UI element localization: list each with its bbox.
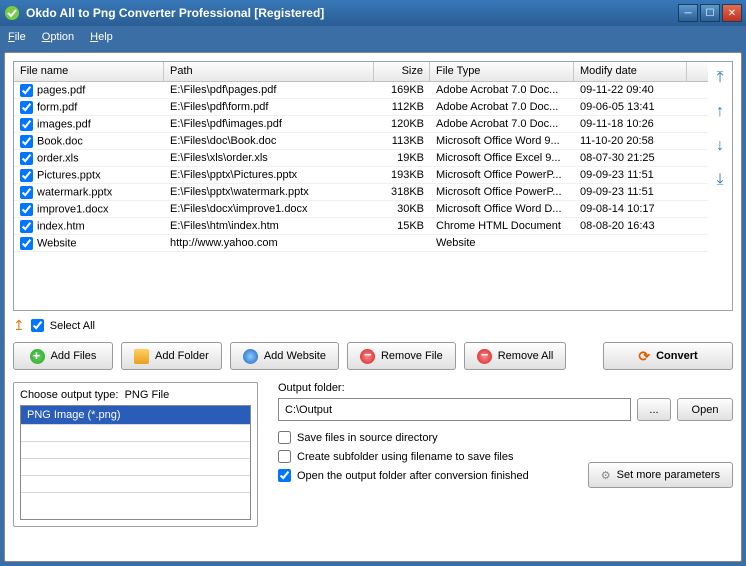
menu-file[interactable]: File: [8, 31, 26, 43]
convert-button[interactable]: ⟳Convert: [603, 342, 733, 370]
maximize-button[interactable]: ☐: [700, 4, 720, 22]
minus-icon: [477, 349, 492, 364]
col-date[interactable]: Modify date: [574, 62, 687, 81]
window-title: Okdo All to Png Converter Professional […: [26, 6, 678, 20]
move-down-icon[interactable]: ↓: [711, 138, 729, 156]
output-type-current: PNG File: [125, 389, 170, 401]
move-top-icon[interactable]: ⤒: [711, 70, 729, 88]
table-row[interactable]: index.htmE:\Files\htm\index.htm15KBChrom…: [14, 218, 708, 235]
col-filename[interactable]: File name: [14, 62, 164, 81]
add-folder-button[interactable]: Add Folder: [121, 342, 222, 370]
row-checkbox[interactable]: [20, 152, 33, 165]
output-type-list[interactable]: PNG Image (*.png): [20, 405, 251, 520]
output-folder-label: Output folder:: [278, 382, 733, 394]
titlebar: Okdo All to Png Converter Professional […: [0, 0, 746, 26]
row-checkbox[interactable]: [20, 84, 33, 97]
select-all-checkbox[interactable]: [31, 319, 44, 332]
row-checkbox[interactable]: [20, 186, 33, 199]
gear-icon: ⚙: [601, 469, 611, 482]
save-source-label: Save files in source directory: [297, 432, 438, 444]
create-subfolder-label: Create subfolder using filename to save …: [297, 451, 513, 463]
add-files-button[interactable]: Add Files: [13, 342, 113, 370]
file-list-header: File name Path Size File Type Modify dat…: [14, 62, 708, 82]
col-size[interactable]: Size: [374, 62, 430, 81]
row-checkbox[interactable]: [20, 101, 33, 114]
minimize-button[interactable]: ─: [678, 4, 698, 22]
row-checkbox[interactable]: [20, 135, 33, 148]
row-checkbox[interactable]: [20, 237, 33, 250]
up-level-icon[interactable]: ↥: [13, 317, 25, 334]
col-type[interactable]: File Type: [430, 62, 574, 81]
output-folder-input[interactable]: [278, 398, 631, 421]
remove-all-button[interactable]: Remove All: [464, 342, 567, 370]
convert-icon: ⟳: [638, 348, 650, 365]
output-type-label: Choose output type:: [20, 389, 118, 401]
row-checkbox[interactable]: [20, 169, 33, 182]
move-bottom-icon[interactable]: ⤓: [711, 172, 729, 190]
app-icon: [4, 5, 20, 21]
table-row[interactable]: Pictures.pptxE:\Files\pptx\Pictures.pptx…: [14, 167, 708, 184]
set-more-parameters-button[interactable]: ⚙Set more parameters: [588, 462, 733, 488]
globe-icon: [243, 349, 258, 364]
table-row[interactable]: form.pdfE:\Files\pdf\form.pdf112KBAdobe …: [14, 99, 708, 116]
table-row[interactable]: order.xlsE:\Files\xls\order.xls19KBMicro…: [14, 150, 708, 167]
add-website-button[interactable]: Add Website: [230, 342, 339, 370]
row-checkbox[interactable]: [20, 118, 33, 131]
menu-option[interactable]: Option: [42, 31, 74, 43]
table-row[interactable]: Websitehttp://www.yahoo.comWebsite: [14, 235, 708, 252]
table-row[interactable]: improve1.docxE:\Files\docx\improve1.docx…: [14, 201, 708, 218]
open-folder-button[interactable]: Open: [677, 398, 733, 421]
open-after-label: Open the output folder after conversion …: [297, 470, 529, 482]
table-row[interactable]: Book.docE:\Files\doc\Book.doc113KBMicros…: [14, 133, 708, 150]
folder-icon: [134, 349, 149, 364]
save-source-checkbox[interactable]: [278, 431, 291, 444]
create-subfolder-checkbox[interactable]: [278, 450, 291, 463]
col-path[interactable]: Path: [164, 62, 374, 81]
menubar: File Option Help: [0, 26, 746, 48]
table-row[interactable]: pages.pdfE:\Files\pdf\pages.pdf169KBAdob…: [14, 82, 708, 99]
open-after-checkbox[interactable]: [278, 469, 291, 482]
row-checkbox[interactable]: [20, 220, 33, 233]
row-checkbox[interactable]: [20, 203, 33, 216]
output-type-panel: Choose output type: PNG File PNG Image (…: [13, 382, 258, 527]
minus-icon: [360, 349, 375, 364]
table-row[interactable]: watermark.pptxE:\Files\pptx\watermark.pp…: [14, 184, 708, 201]
menu-help[interactable]: Help: [90, 31, 113, 43]
plus-icon: [30, 349, 45, 364]
remove-file-button[interactable]: Remove File: [347, 342, 456, 370]
type-list-item[interactable]: PNG Image (*.png): [21, 406, 250, 424]
close-button[interactable]: ✕: [722, 4, 742, 22]
browse-button[interactable]: ...: [637, 398, 671, 421]
table-row[interactable]: images.pdfE:\Files\pdf\images.pdf120KBAd…: [14, 116, 708, 133]
file-list[interactable]: File name Path Size File Type Modify dat…: [14, 62, 708, 310]
move-up-icon[interactable]: ↑: [711, 104, 729, 122]
select-all-label: Select All: [50, 320, 95, 332]
